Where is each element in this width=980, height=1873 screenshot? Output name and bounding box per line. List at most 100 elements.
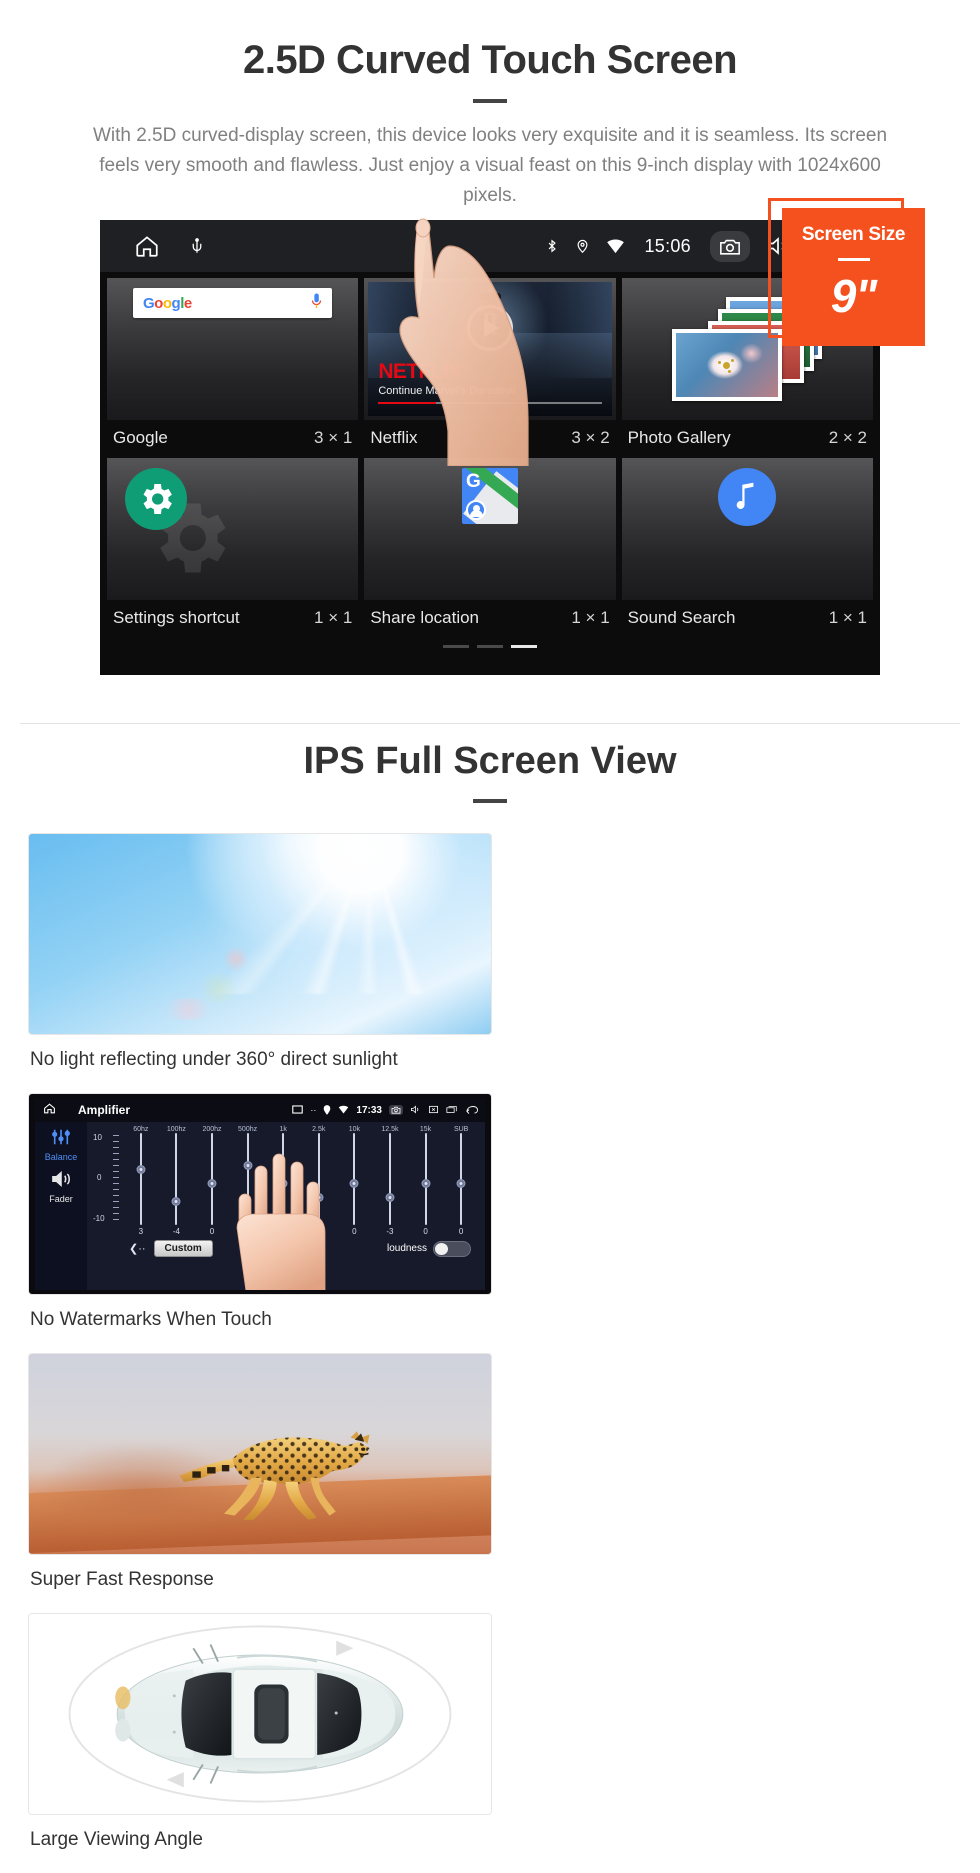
balance-label[interactable]: Balance — [35, 1152, 87, 1162]
eq-band-label: 10k — [348, 1126, 360, 1133]
back-icon[interactable] — [465, 1105, 479, 1116]
loudness-toggle[interactable] — [433, 1240, 471, 1257]
ips-full-screen-section: IPS Full Screen View No light reflecting… — [0, 740, 980, 1873]
page-indicator[interactable] — [107, 638, 873, 648]
fader-label[interactable]: Fader — [35, 1194, 87, 1204]
eq-slider[interactable] — [372, 1133, 408, 1225]
screen-size-badge: Screen Size 9" — [768, 198, 928, 353]
microphone-icon[interactable] — [311, 292, 322, 314]
card-media: Amplifier ·· 17:33 Balance Fader 60hz 10… — [28, 1093, 492, 1295]
google-search-bar[interactable]: Google — [133, 288, 333, 318]
wifi-icon[interactable] — [338, 1105, 349, 1116]
widget-sound-search[interactable]: Sound Search 1 × 1 — [621, 458, 873, 638]
location-icon[interactable] — [323, 1104, 331, 1117]
widget-share-location[interactable]: G Share location 1 × 1 — [364, 458, 616, 638]
eq-slider[interactable] — [194, 1133, 230, 1225]
eq-band-value: 0 — [423, 1227, 428, 1236]
gallery-icon[interactable] — [292, 1104, 304, 1116]
widget-preview-settings[interactable] — [107, 458, 359, 600]
amplifier-screenshot: Amplifier ·· 17:33 Balance Fader 60hz 10… — [29, 1094, 491, 1294]
widget-row-2: Settings shortcut 1 × 1 G Share location… — [107, 458, 873, 638]
feature-card-fast-response: Super Fast Response — [28, 1353, 492, 1613]
back-arrow-icon[interactable]: ❮·· — [129, 1242, 146, 1255]
widget-size: 1 × 1 — [314, 608, 353, 627]
close-icon[interactable] — [428, 1105, 439, 1116]
eq-slider[interactable] — [337, 1133, 373, 1225]
widget-preview-sound-search[interactable] — [621, 458, 873, 600]
eq-slider[interactable] — [443, 1133, 479, 1225]
balance-icon[interactable] — [35, 1128, 87, 1151]
amplifier-side-nav: Balance Fader — [35, 1122, 87, 1290]
eq-band-value: -4 — [172, 1227, 180, 1236]
netflix-tagline: Continue Marvel's Daredevil — [378, 385, 516, 397]
eq-band-label: 200hz — [202, 1126, 222, 1133]
eq-band-label: 2.5k — [312, 1126, 326, 1133]
preset-button[interactable]: Custom — [153, 1240, 213, 1257]
recents-icon[interactable] — [446, 1105, 458, 1116]
section2-title: IPS Full Screen View — [303, 740, 677, 782]
badge-body: Screen Size 9" — [782, 208, 925, 346]
widget-size: 1 × 1 — [828, 608, 867, 627]
loudness-label: loudness — [386, 1243, 427, 1254]
badge-divider — [837, 258, 870, 261]
eq-slider[interactable] — [159, 1133, 195, 1225]
widget-preview-share-location[interactable]: G — [364, 458, 616, 600]
widget-picker: Google Google 3 × 1 NETFLIX Continue Mar… — [100, 272, 880, 648]
bluetooth-icon[interactable] — [545, 236, 559, 256]
google-maps-icon: G — [461, 468, 518, 524]
widget-netflix[interactable]: NETFLIX Continue Marvel's Daredevil Netf… — [364, 278, 616, 458]
widget-label: Google — [113, 428, 168, 447]
amplifier-status-bar: Amplifier ·· 17:33 — [35, 1098, 485, 1122]
widget-size: 2 × 2 — [828, 428, 867, 447]
eq-axis-mid: 0 — [97, 1172, 102, 1182]
music-note-icon — [718, 468, 777, 526]
volume-icon[interactable] — [410, 1104, 421, 1116]
widget-size: 3 × 2 — [571, 428, 610, 447]
title-divider — [473, 99, 507, 103]
eq-band-label: 12.5k — [381, 1126, 399, 1133]
page-dot[interactable] — [477, 645, 503, 648]
eq-band-value: 3 — [138, 1227, 144, 1236]
widget-label: Photo Gallery — [627, 428, 731, 447]
netflix-artwork: NETFLIX Continue Marvel's Daredevil — [368, 282, 612, 416]
card-media — [28, 833, 492, 1035]
eq-slider[interactable] — [123, 1133, 159, 1225]
badge-title: Screen Size — [801, 224, 906, 245]
page-dot[interactable] — [443, 645, 469, 648]
play-icon[interactable] — [466, 304, 513, 351]
home-icon[interactable] — [43, 1102, 56, 1118]
page-title: 2.5D Curved Touch Screen — [242, 38, 738, 82]
car-top-view-illustration — [29, 1614, 491, 1814]
home-icon[interactable] — [134, 233, 160, 259]
widget-preview-netflix[interactable]: NETFLIX Continue Marvel's Daredevil — [364, 278, 616, 420]
screenshot-camera-icon[interactable] — [389, 1105, 403, 1115]
more-icon[interactable]: ·· — [310, 1105, 316, 1115]
eq-band-label: SUB — [453, 1126, 469, 1133]
device-status-bar: 15:06 — [100, 220, 880, 272]
section-divider — [20, 723, 960, 724]
card-caption: Super Fast Response — [30, 1569, 214, 1590]
amplifier-title: Amplifier — [78, 1103, 131, 1117]
feature-card-no-watermarks: Amplifier ·· 17:33 Balance Fader 60hz 10… — [28, 1093, 492, 1353]
cheetah-photo — [29, 1354, 491, 1554]
feature-card-grid: No light reflecting under 360° direct su… — [0, 803, 980, 1873]
widget-google[interactable]: Google Google 3 × 1 — [107, 278, 359, 458]
open-hand-illustration — [236, 1153, 326, 1290]
screenshot-camera-icon[interactable] — [710, 230, 750, 262]
wifi-icon[interactable] — [606, 238, 625, 254]
eq-slider[interactable] — [408, 1133, 444, 1225]
car-diagram — [68, 1625, 452, 1803]
widget-label: Netflix — [370, 428, 418, 447]
fader-icon[interactable] — [35, 1170, 87, 1193]
widget-settings-shortcut[interactable]: Settings shortcut 1 × 1 — [107, 458, 359, 638]
location-icon[interactable] — [575, 236, 590, 256]
cheetah-silhouette — [179, 1431, 370, 1520]
widget-preview-google[interactable]: Google — [107, 278, 359, 420]
curved-touch-screen-section: 2.5D Curved Touch Screen With 2.5D curve… — [0, 0, 980, 724]
eq-band-value: 0 — [458, 1227, 464, 1236]
usb-icon[interactable] — [188, 235, 206, 257]
eq-band-value: 0 — [352, 1227, 357, 1236]
eq-y-axis: 10 0 -10 — [93, 1133, 123, 1225]
card-caption: No light reflecting under 360° direct su… — [30, 1049, 398, 1070]
page-dot-active[interactable] — [511, 645, 537, 648]
